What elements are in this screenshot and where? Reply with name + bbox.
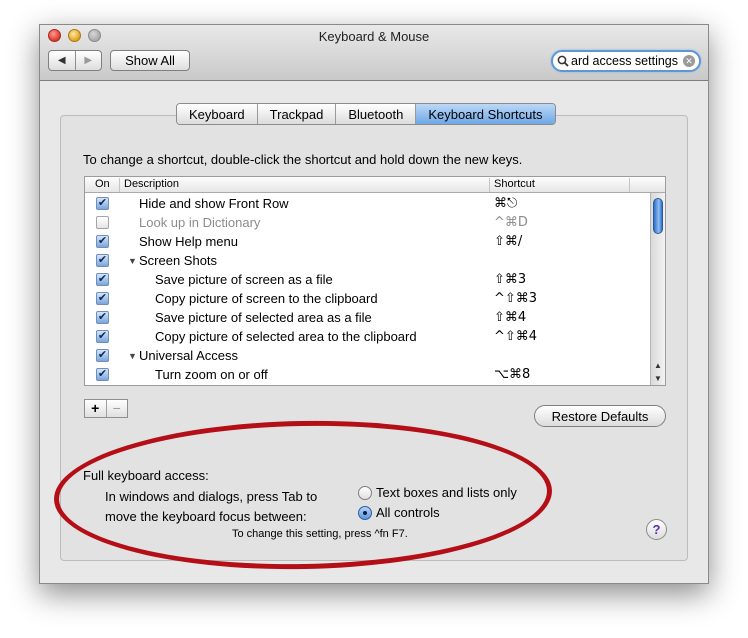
row-shortcut[interactable]: ⇧⌘4 (494, 310, 526, 325)
row-shortcut[interactable]: ^⌘D (494, 215, 528, 230)
scroll-up-icon[interactable]: ▲ (654, 361, 662, 370)
table-header: On Description Shortcut (85, 177, 665, 193)
row-checkbox[interactable] (96, 216, 109, 229)
back-button[interactable]: ◀ (49, 51, 76, 70)
tab-bar: Keyboard Trackpad Bluetooth Keyboard Sho… (176, 103, 556, 125)
preferences-window: Keyboard & Mouse ◀ ▶ Show All ✕ Keyboard… (39, 24, 709, 584)
row-description: Save picture of selected area as a file (155, 310, 372, 325)
row-shortcut[interactable]: ^⇧⌘4 (494, 329, 537, 344)
table-rows: ✔ Hide and show Front Row ⌘⎋ Look up in Dic… (85, 194, 650, 384)
row-description: Save picture of screen as a file (155, 272, 333, 287)
row-description: Look up in Dictionary (139, 215, 261, 230)
search-field[interactable]: ✕ (551, 50, 701, 72)
table-row[interactable]: ✔ ▼ Universal Access (85, 346, 650, 365)
row-description: Show Help menu (139, 234, 238, 249)
row-checkbox[interactable]: ✔ (96, 273, 109, 286)
row-shortcut[interactable]: ^⇧⌘3 (494, 291, 537, 306)
window-title: Keyboard & Mouse (318, 29, 430, 44)
row-checkbox[interactable]: ✔ (96, 197, 109, 210)
tab-trackpad[interactable]: Trackpad (257, 104, 337, 124)
instructions-text: To change a shortcut, double-click the s… (83, 152, 523, 167)
table-row[interactable]: ✔ Show Help menu ⇧⌘/ (85, 232, 650, 251)
disclosure-triangle-icon[interactable]: ▼ (128, 351, 137, 361)
add-remove-buttons: + − (84, 399, 128, 418)
table-row[interactable]: ✔ Copy picture of screen to the clipboard… (85, 289, 650, 308)
shortcuts-table: On Description Shortcut ✔ Hide and show F… (84, 176, 666, 386)
row-description: Turn zoom on or off (155, 367, 268, 382)
table-row[interactable]: ✔ ▼ Screen Shots (85, 251, 650, 270)
scrollbar-thumb[interactable] (653, 198, 663, 234)
table-row[interactable]: ✔ Hide and show Front Row ⌘⎋ (85, 194, 650, 213)
row-shortcut[interactable]: ⌘⎋ (494, 196, 517, 211)
radio-text-boxes-and-lists[interactable]: Text boxes and lists only (358, 485, 517, 500)
row-description: Copy picture of screen to the clipboard (155, 291, 378, 306)
explanation-line-1: In windows and dialogs, press Tab to (105, 489, 318, 504)
column-header-on[interactable]: On (91, 178, 120, 192)
keyboard-access-hint: To change this setting, press ^fn F7. (232, 528, 408, 540)
column-header-description[interactable]: Description (120, 178, 490, 192)
tab-bluetooth[interactable]: Bluetooth (336, 104, 417, 124)
search-input[interactable] (571, 54, 681, 68)
table-row[interactable]: Look up in Dictionary ^⌘D (85, 213, 650, 232)
restore-defaults-button[interactable]: Restore Defaults (534, 405, 666, 427)
column-header-shortcut[interactable]: Shortcut (490, 178, 630, 192)
radio-button-on[interactable] (358, 505, 372, 520)
search-icon (557, 55, 569, 67)
row-description: Universal Access (139, 348, 238, 363)
row-checkbox[interactable]: ✔ (96, 292, 109, 305)
row-checkbox[interactable]: ✔ (96, 368, 109, 381)
row-checkbox[interactable]: ✔ (96, 254, 109, 267)
row-shortcut[interactable]: ⇧⌘/ (494, 234, 522, 249)
full-keyboard-access-title: Full keyboard access: (83, 468, 209, 483)
radio-button-off[interactable] (358, 485, 372, 500)
table-row[interactable]: ✔ Save picture of screen as a file ⇧⌘3 (85, 270, 650, 289)
disclosure-triangle-icon[interactable]: ▼ (128, 256, 137, 266)
full-keyboard-access-explanation: In windows and dialogs, press Tab to mov… (105, 487, 317, 527)
scroll-down-icon[interactable]: ▼ (654, 374, 662, 383)
row-description: Screen Shots (139, 253, 218, 268)
row-shortcut[interactable]: ⇧⌘3 (494, 272, 526, 287)
help-button[interactable]: ? (646, 519, 667, 540)
table-row[interactable]: ✔ Save picture of selected area as a file… (85, 308, 650, 327)
row-checkbox[interactable]: ✔ (96, 311, 109, 324)
table-row[interactable]: ✔ Copy picture of selected area to the cl… (85, 327, 650, 346)
table-row[interactable]: ✔ Turn zoom on or off ⌥⌘8 (85, 365, 650, 384)
row-checkbox[interactable]: ✔ (96, 235, 109, 248)
row-description: Hide and show Front Row (139, 196, 289, 211)
radio-all-controls[interactable]: All controls (358, 505, 440, 520)
remove-shortcut-button[interactable]: − (107, 400, 128, 417)
forward-button[interactable]: ▶ (76, 51, 102, 70)
row-shortcut[interactable]: ⌥⌘8 (494, 367, 530, 382)
radio-label: All controls (376, 505, 440, 520)
explanation-line-2: move the keyboard focus between: (105, 509, 307, 524)
show-all-button[interactable]: Show All (110, 50, 190, 71)
add-shortcut-button[interactable]: + (85, 400, 107, 417)
radio-label: Text boxes and lists only (376, 485, 517, 500)
clear-search-icon[interactable]: ✕ (683, 55, 695, 67)
vertical-scrollbar[interactable]: ▲ ▼ (650, 193, 665, 385)
navigation-buttons: ◀ ▶ (48, 50, 102, 71)
row-checkbox[interactable]: ✔ (96, 330, 109, 343)
row-description: Copy picture of selected area to the cli… (155, 329, 417, 344)
row-checkbox[interactable]: ✔ (96, 349, 109, 362)
title-bar: Keyboard & Mouse ◀ ▶ Show All ✕ (40, 25, 708, 81)
tab-keyboard[interactable]: Keyboard (177, 104, 258, 124)
tab-keyboard-shortcuts[interactable]: Keyboard Shortcuts (416, 104, 555, 124)
